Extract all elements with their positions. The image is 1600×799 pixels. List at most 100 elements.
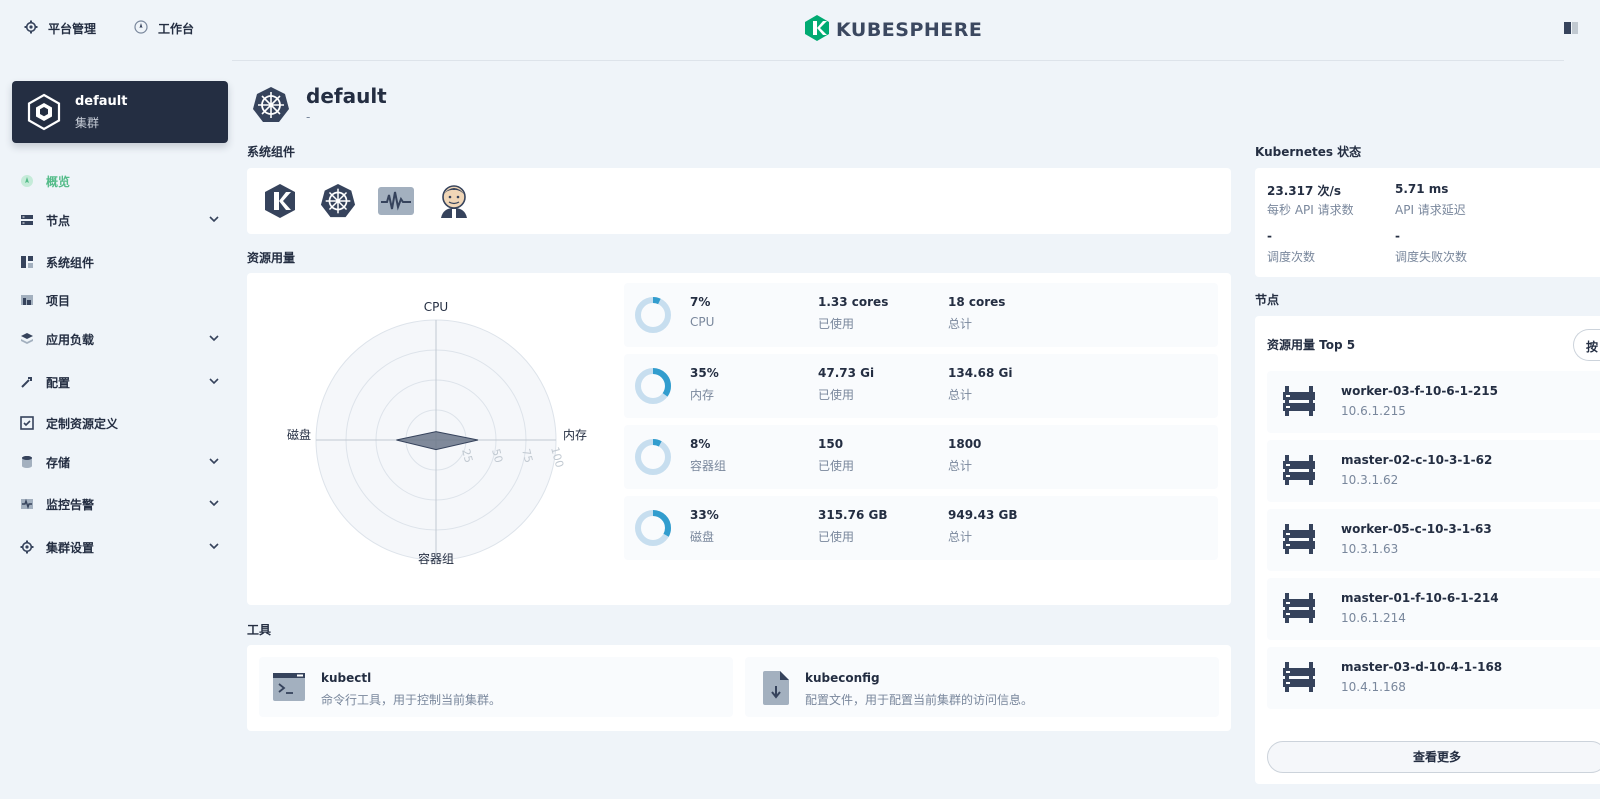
- node-row[interactable]: worker-03-f-10-6-1-215 10.6.1.215: [1267, 371, 1600, 433]
- gear-icon: [20, 540, 34, 554]
- cluster-icon: [26, 93, 62, 134]
- kubernetes-icon: [252, 86, 290, 127]
- sidebar-item-projects[interactable]: 项目: [20, 289, 220, 311]
- monitoring-component-icon[interactable]: [377, 182, 415, 220]
- sidebar-item-cluster-settings[interactable]: 集群设置: [20, 536, 220, 558]
- api-request-latency-label: API 请求延迟: [1395, 203, 1466, 217]
- usage-total: 1800: [948, 437, 982, 451]
- sidebar-item-components[interactable]: 系统组件: [20, 251, 220, 273]
- platform-management-label: 平台管理: [48, 22, 97, 36]
- radar-axis-cpu: CPU: [424, 300, 448, 314]
- platform-management-link[interactable]: 平台管理: [24, 20, 96, 37]
- tool-kubeconfig[interactable]: kubeconfig 配置文件，用于配置当前集群的访问信息。: [745, 657, 1219, 717]
- sidebar-item-overview[interactable]: 概览: [20, 170, 220, 192]
- crd-icon: [20, 416, 34, 430]
- sidebar-item-crd[interactable]: 定制资源定义: [20, 412, 220, 434]
- node-ip: 10.3.1.62: [1341, 473, 1399, 487]
- section-title-components: 系统组件: [247, 145, 296, 159]
- server-icon: [1283, 662, 1315, 695]
- usage-used: 315.76 GB: [818, 508, 888, 522]
- server-icon: [1283, 386, 1315, 419]
- usage-row-pods: 8% 容器组 150 已使用 1800 总计: [624, 425, 1218, 489]
- file-download-icon: [763, 671, 789, 708]
- schedule-fail-count-label: 调度失败次数: [1395, 250, 1468, 264]
- node-name: worker-03-f-10-6-1-215: [1341, 384, 1499, 398]
- sidebar-item-nodes[interactable]: 节点: [20, 209, 220, 231]
- sidebar-item-monitoring[interactable]: 监控告警: [20, 493, 220, 515]
- sidebar-item-label: 集群设置: [46, 540, 95, 555]
- radar-axis-disk: 磁盘: [287, 427, 311, 442]
- chevron-down-icon: [208, 455, 220, 470]
- usage-used: 1.33 cores: [818, 295, 889, 309]
- section-title-nodes: 节点: [1255, 293, 1280, 307]
- tool-name: kubeconfig: [805, 671, 880, 685]
- node-name: worker-05-c-10-3-1-63: [1341, 522, 1492, 536]
- usage-percent: 8%: [690, 437, 711, 451]
- node-name: master-03-d-10-4-1-168: [1341, 660, 1503, 674]
- node-row[interactable]: master-02-c-10-3-1-62 10.3.1.62: [1267, 440, 1600, 502]
- usage-row-disk: 33% 磁盘 315.76 GB 已使用 949.43 GB 总计: [624, 496, 1218, 560]
- compass-icon: [134, 20, 148, 37]
- cluster-type: 集群: [75, 116, 100, 130]
- usage-total: 949.43 GB: [948, 508, 1018, 522]
- usage-total-label: 总计: [948, 388, 973, 402]
- usage-percent: 33%: [690, 508, 719, 522]
- projects-icon: [20, 293, 34, 307]
- usage-percent: 7%: [690, 295, 711, 309]
- sidebar-item-label: 配置: [46, 375, 71, 390]
- k8s-status-panel: 23.317 次/s 每秒 API 请求数 5.71 ms API 请求延迟 -…: [1255, 168, 1600, 277]
- section-title-resources: 资源用量: [247, 251, 296, 265]
- brand-name: KUBESPHERE: [836, 18, 983, 41]
- chevron-down-icon: [208, 332, 220, 347]
- sidebar-item-workloads[interactable]: 应用负载: [20, 328, 220, 350]
- node-row[interactable]: master-01-f-10-6-1-214 10.6.1.214: [1267, 578, 1600, 640]
- schedule-count-label: 调度次数: [1267, 250, 1316, 264]
- usage-row-memory: 35% 内存 47.73 Gi 已使用 134.68 Gi 总计: [624, 354, 1218, 418]
- chevron-down-icon: [208, 213, 220, 228]
- sidebar-item-label: 存储: [46, 455, 71, 470]
- server-icon: [1283, 593, 1315, 626]
- nodes-icon: [20, 213, 34, 227]
- sidebar-item-label: 应用负载: [46, 332, 95, 347]
- tool-name: kubectl: [321, 671, 372, 685]
- server-icon: [1283, 455, 1315, 488]
- gear-icon: [24, 20, 38, 37]
- usage-percent: 35%: [690, 366, 719, 380]
- tool-kubectl[interactable]: kubectl 命令行工具，用于控制当前集群。: [259, 657, 733, 717]
- monitoring-icon: [20, 497, 34, 511]
- radar-axis-memory: 内存: [563, 428, 587, 442]
- sort-by-dropdown[interactable]: 按 CPU: [1573, 329, 1600, 361]
- components-panel: [247, 168, 1231, 234]
- chevron-down-icon: [208, 540, 220, 555]
- sidebar-item-label: 系统组件: [46, 255, 95, 270]
- node-ip: 10.6.1.215: [1341, 404, 1406, 418]
- cluster-selector[interactable]: default 集群: [12, 81, 228, 143]
- node-row[interactable]: worker-05-c-10-3-1-63 10.3.1.63: [1267, 509, 1600, 571]
- view-more-button[interactable]: 查看更多: [1267, 741, 1600, 773]
- usage-name: 磁盘: [690, 530, 715, 544]
- usage-ring: [635, 297, 671, 333]
- schedule-fail-count: -: [1395, 229, 1400, 243]
- usage-used: 47.73 Gi: [818, 366, 875, 380]
- node-row[interactable]: master-03-d-10-4-1-168 10.4.1.168: [1267, 647, 1600, 709]
- schedule-count: -: [1267, 229, 1272, 243]
- brand-logo[interactable]: KUBESPHERE: [804, 14, 982, 45]
- sidebar-item-config[interactable]: 配置: [20, 371, 220, 393]
- nodes-panel: 资源用量 Top 5 按 CPU worker-03-f-10-6-1-215 …: [1255, 316, 1600, 784]
- page-title: default: [306, 84, 387, 108]
- jenkins-component-icon[interactable]: [435, 182, 473, 220]
- sidebar-item-storage[interactable]: 存储: [20, 451, 220, 473]
- node-ip: 10.6.1.214: [1341, 611, 1406, 625]
- usage-total-label: 总计: [948, 530, 973, 544]
- workloads-icon: [20, 332, 34, 346]
- workbench-link[interactable]: 工作台: [134, 20, 194, 37]
- kubernetes-component-icon[interactable]: [319, 182, 357, 220]
- layout-toggle-icon[interactable]: [1564, 22, 1578, 34]
- kubesphere-component-icon[interactable]: [261, 182, 299, 220]
- usage-used-label: 已使用: [818, 459, 855, 473]
- usage-ring: [635, 510, 671, 546]
- api-request-latency: 5.71 ms: [1395, 182, 1449, 196]
- usage-ring: [635, 439, 671, 475]
- tools-panel: kubectl 命令行工具，用于控制当前集群。 kubeconfig 配置文件，…: [247, 645, 1231, 731]
- kubesphere-logo-icon: [804, 14, 830, 45]
